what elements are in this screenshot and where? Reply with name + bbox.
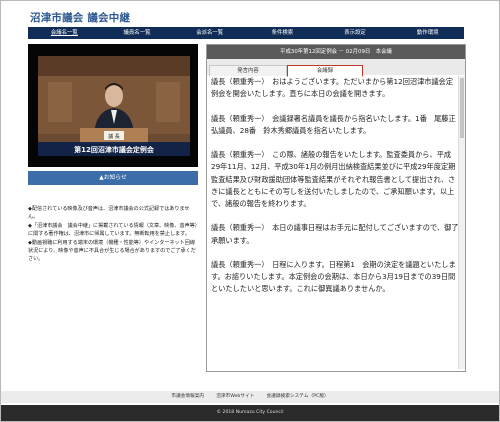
transcript-paragraph: 議長（頼重秀一） 日程に入ります。日程第1 会期の決定を議題といたします。お諮り… — [211, 259, 456, 294]
nameplate-text: 議 長 — [108, 133, 120, 140]
footer-link-minutes-search[interactable]: 会議録検索システム（PC版） — [266, 391, 328, 403]
transcript-paragraph: 議長（頼重秀一） 本日の議事日程はお手元に配付してございますので、御了承願います… — [211, 223, 459, 245]
page-frame: 沼津市議会 議会中継 会議名一覧 議員名一覧 会派名一覧 条件検索 表示設定 動… — [0, 0, 500, 422]
transcript-panel: 平成30年第12回定例会 － 02月09日 本会議 発言内容 会議録 議長（頼重… — [206, 44, 466, 372]
transcript-paragraph: 議長（頼重秀一） おはようございます。ただいまから第12回沼津市議会定例会を開会… — [211, 77, 454, 99]
disclaimer-line: ◆「沼津市議会 議会中継」に掲載されている情報（文章、映像、音声等）に関する著作… — [28, 222, 198, 238]
nav-item-display-settings[interactable]: 表示設定 — [319, 27, 392, 39]
nav-item-search[interactable]: 条件検索 — [246, 27, 319, 39]
footer-links: 市議会情報案内 沼津市Webサイト 会議録検索システム（PC版） — [1, 391, 499, 403]
main-nav: 会議名一覧 議員名一覧 会派名一覧 条件検索 表示設定 動作環境 — [28, 27, 464, 39]
session-header: 平成30年第12回定例会 － 02月09日 本会議 — [207, 45, 465, 59]
footer-link-city-website[interactable]: 沼津市Webサイト — [216, 391, 254, 403]
nav-item-meeting-list[interactable]: 会議名一覧 — [28, 27, 101, 39]
footer-link-council-info[interactable]: 市議会情報案内 — [171, 391, 204, 403]
nav-item-faction-list[interactable]: 会派名一覧 — [173, 27, 246, 39]
disclaimer-line: ◆配信されている映像及び音声は、沼津市議会の公式記録ではありません。 — [28, 206, 190, 221]
nav-item-member-list[interactable]: 議員名一覧 — [101, 27, 174, 39]
transcript-scrollbar[interactable] — [458, 76, 465, 369]
tab-speech-content[interactable]: 発言内容 — [209, 65, 287, 76]
notice-button[interactable]: ▲お知らせ — [28, 171, 198, 185]
site-title: 沼津市議会 議会中継 — [30, 12, 131, 24]
transcript-paragraph: 議長（頼重秀一） この際、諸般の報告をいたします。監査委員から、平成29年11月… — [211, 150, 456, 208]
transcript-body: 議長（頼重秀一） おはようございます。ただいまから第12回沼津市議会定例会を開会… — [207, 76, 461, 369]
video-caption: 第12回沼津市議会定例会 — [74, 145, 155, 154]
nav-item-environment[interactable]: 動作環境 — [391, 27, 464, 39]
tab-bar: 発言内容 会議録 — [207, 59, 465, 77]
scrollbar-thumb[interactable] — [460, 78, 464, 138]
disclaimer-line: ◆動画視聴に利用する端末の環境（機種・性能等）やインターネット回線状況により、映… — [28, 239, 196, 263]
copyright: © 2018 Numazu City Council — [1, 405, 499, 421]
video-player[interactable]: 議 長 第12回沼津市議会定例会 — [28, 44, 198, 167]
disclaimer: ◆配信されている映像及び音声は、沼津市議会の公式記録ではありません。 ◆「沼津市… — [28, 205, 198, 264]
transcript-paragraph: 議長（頼重秀一） 会議録署名議員を議長から指名いたします。1番 尾藤正弘議員、2… — [211, 113, 456, 135]
